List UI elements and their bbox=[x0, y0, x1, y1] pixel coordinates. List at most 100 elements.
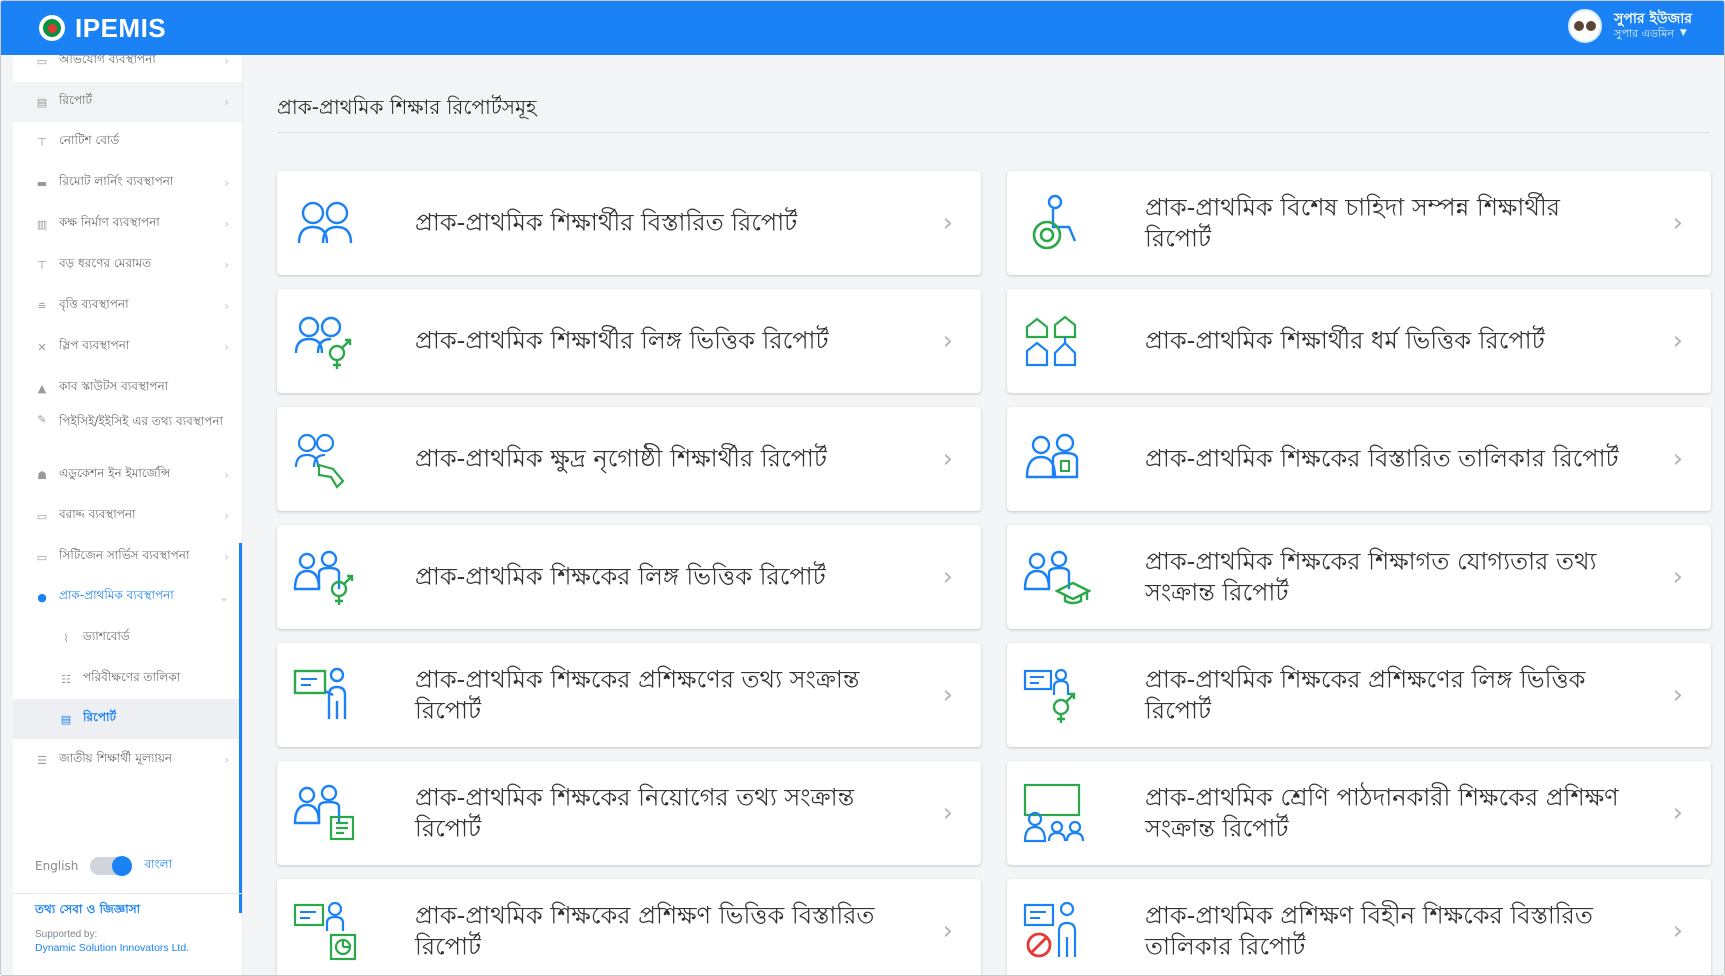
page-title: প্রাক-প্রাথমিক শিক্ষার রিপোর্টসমূহ bbox=[277, 95, 537, 119]
list-icon: ☷ bbox=[61, 672, 71, 686]
language-toggle[interactable] bbox=[90, 856, 133, 876]
sidebar-item-complaint[interactable]: ▭ অভিযোগ ব্যবস্থাপনা › bbox=[13, 55, 242, 81]
report-card-untrained-teachers[interactable]: প্রাক-প্রাথমিক প্রশিক্ষণ বিহীন শিক্ষকের … bbox=[1007, 879, 1711, 975]
brand[interactable]: IPEMIS bbox=[39, 13, 166, 44]
scholarship-icon: ≘ bbox=[37, 299, 47, 313]
report-card-teacher-details[interactable]: প্রাক-প্রাথমিক শিক্ষকের বিস্তারিত তালিকা… bbox=[1007, 407, 1711, 511]
repair-icon: ⊤ bbox=[37, 258, 47, 272]
company-link[interactable]: Dynamic Solution Innovators Ltd. bbox=[35, 942, 189, 954]
report-card-teacher-training[interactable]: প্রাক-প্রাথমিক শিক্ষকের প্রশিক্ষণের তথ্য… bbox=[277, 643, 981, 747]
sidebar-item-pre-primary[interactable]: ● প্রাক-প্রাথমিক ব্যবস্থাপনা ⌄ bbox=[13, 577, 242, 617]
chevron-down-icon: ⌄ bbox=[218, 590, 229, 604]
chevron-right-icon: › bbox=[1672, 916, 1683, 946]
sidebar-item-citizen-service[interactable]: ▭ সিটিজেন সার্ভিস ব্যবস্থাপনা › bbox=[13, 537, 242, 577]
card-label: প্রাক-প্রাথমিক শিক্ষকের প্রশিক্ষণ ভিত্তি… bbox=[415, 901, 875, 960]
report-card-ethnic-students[interactable]: প্রাক-প্রাথমিক ক্ষুদ্র নৃগোষ্ঠী শিক্ষার্… bbox=[277, 407, 981, 511]
report-card-classroom-teacher-training[interactable]: প্রাক-প্রাথমিক শ্রেণি পাঠদানকারী শিক্ষকে… bbox=[1007, 761, 1711, 865]
info-service-link[interactable]: তথ্য সেবা ও জিজ্ঞাসা bbox=[35, 901, 189, 921]
chevron-right-icon: › bbox=[942, 680, 953, 710]
chevron-right-icon: › bbox=[224, 299, 229, 313]
sidebar-item-cub-scouts[interactable]: ▲ কাব স্কাউটস ব্যবস্থাপনা bbox=[13, 368, 242, 408]
sidebar-item-monitoring-list[interactable]: ☷ পরিবীক্ষণের তালিকা bbox=[13, 659, 242, 699]
sidebar-item-report[interactable]: ▤ রিপোর্ট › bbox=[13, 82, 242, 122]
sidebar-item-remote-learning[interactable]: ▬ রিমোট লার্নিং ব্যবস্থাপনা › bbox=[13, 163, 242, 203]
report-card-teacher-recruitment[interactable]: প্রাক-প্রাথমিক শিক্ষকের নিয়োগের তথ্য সং… bbox=[277, 761, 981, 865]
sidebar-item-scholarship[interactable]: ≘ বৃত্তি ব্যবস্থাপনা › bbox=[13, 286, 242, 326]
report-card-teacher-gender[interactable]: প্রাক-প্রাথমিক শিক্ষকের লিঙ্গ ভিত্তিক রি… bbox=[277, 525, 981, 629]
religion-icon bbox=[1025, 315, 1077, 367]
report-card-student-details[interactable]: প্রাক-প্রাথমিক শিক্ষার্থীর বিস্তারিত রিপ… bbox=[277, 171, 981, 275]
sidebar-divider bbox=[13, 893, 242, 894]
chevron-right-icon: › bbox=[942, 916, 953, 946]
chevron-right-icon: › bbox=[224, 468, 229, 482]
card-label: প্রাক-প্রাথমিক ক্ষুদ্র নৃগোষ্ঠী শিক্ষার্… bbox=[415, 444, 827, 473]
chevron-right-icon: › bbox=[224, 258, 229, 272]
classroom-teacher-icon bbox=[1023, 783, 1085, 843]
sidebar-item-dashboard[interactable]: ⌇ ড্যাশবোর্ড bbox=[13, 618, 242, 658]
sidebar-item-national-assessment[interactable]: ☰ জাতীয় শিক্ষার্থী মূল্যায়ন › bbox=[13, 740, 242, 780]
chevron-right-icon: › bbox=[224, 509, 229, 523]
emergency-icon: ☗ bbox=[37, 468, 47, 482]
pre-primary-icon: ● bbox=[37, 590, 47, 604]
chevron-right-icon: › bbox=[224, 55, 229, 68]
lang-bangla-label: বাংলা bbox=[144, 857, 173, 871]
sidebar-item-slip[interactable]: ✕ স্লিপ ব্যবস্থাপনা › bbox=[13, 327, 242, 367]
report-card-student-gender[interactable]: প্রাক-প্রাথমিক শিক্ষার্থীর লিঙ্গ ভিত্তিক… bbox=[277, 289, 981, 393]
sidebar-item-room-construction[interactable]: ▥ কক্ষ নির্মাণ ব্যবস্থাপনা › bbox=[13, 204, 242, 244]
top-navbar: IPEMIS সুপার ইউজার সুপার এডমিন ▼ bbox=[1, 1, 1724, 55]
sidebar-item-pre-primary-report[interactable]: ▤ রিপোর্ট bbox=[13, 699, 242, 739]
sidebar: ▭ অভিযোগ ব্যবস্থাপনা › ▤ রিপোর্ট › ⊤ নোট… bbox=[13, 55, 243, 975]
assessment-icon: ☰ bbox=[37, 753, 47, 767]
allocation-icon: ▭ bbox=[36, 509, 48, 523]
wheelchair-icon bbox=[1032, 194, 1077, 250]
card-label: প্রাক-প্রাথমিক শিক্ষার্থীর বিস্তারিত রিপ… bbox=[415, 208, 798, 237]
chevron-right-icon: › bbox=[224, 176, 229, 190]
card-label: প্রাক-প্রাথমিক শিক্ষকের নিয়োগের তথ্য সং… bbox=[415, 783, 855, 842]
card-label: প্রাক-প্রাথমিক প্রশিক্ষণ বিহীন শিক্ষকের … bbox=[1145, 901, 1593, 960]
sidebar-item-major-repair[interactable]: ⊤ বড় ধরণের মেরামত › bbox=[13, 245, 242, 285]
training-chart-icon bbox=[293, 901, 357, 961]
chevron-right-icon: › bbox=[1672, 680, 1683, 710]
report-card-training-gender[interactable]: প্রাক-প্রাথমিক শিক্ষকের প্রশিক্ষণের লিঙ্… bbox=[1007, 643, 1711, 747]
chevron-right-icon: › bbox=[224, 95, 229, 109]
sidebar-item-education-emergency[interactable]: ☗ এডুকেশন ইন ইমার্জেন্সি › bbox=[13, 455, 242, 495]
report-card-student-religion[interactable]: প্রাক-প্রাথমিক শিক্ষার্থীর ধর্ম ভিত্তিক … bbox=[1007, 289, 1711, 393]
main-content: প্রাক-প্রাথমিক শিক্ষার রিপোর্টসমূহ প্রাক… bbox=[277, 55, 1713, 975]
teachers-gender-icon bbox=[293, 550, 354, 605]
card-label: প্রাক-প্রাথমিক শিক্ষকের প্রশিক্ষণের লিঙ্… bbox=[1145, 665, 1586, 724]
pin-icon: ⊤ bbox=[37, 135, 47, 149]
chevron-right-icon: › bbox=[942, 444, 953, 474]
report-card-training-details[interactable]: প্রাক-প্রাথমিক শিক্ষকের প্রশিক্ষণ ভিত্তি… bbox=[277, 879, 981, 975]
user-avatar-icon bbox=[1568, 9, 1603, 43]
building-icon: ▥ bbox=[36, 217, 48, 231]
chevron-right-icon: › bbox=[1672, 444, 1683, 474]
card-label: প্রাক-প্রাথমিক শিক্ষকের বিস্তারিত তালিকা… bbox=[1145, 444, 1619, 473]
chevron-right-icon: › bbox=[224, 753, 229, 767]
language-switch: English বাংলা bbox=[35, 856, 172, 876]
students-icon bbox=[297, 201, 353, 244]
sidebar-scrollbar[interactable] bbox=[239, 543, 242, 913]
report-card-teacher-qualification[interactable]: প্রাক-প্রাথমিক শিক্ষকের শিক্ষাগত যোগ্যতা… bbox=[1007, 525, 1711, 629]
report-card-special-needs[interactable]: প্রাক-প্রাথমিক বিশেষ চাহিদা সম্পন্ন শিক্… bbox=[1007, 171, 1711, 275]
sidebar-item-allocation[interactable]: ▭ বরাদ্দ ব্যবস্থাপনা › bbox=[13, 496, 242, 536]
edit-icon: ✎ bbox=[37, 413, 47, 426]
folder-icon: ▬ bbox=[36, 176, 48, 190]
chevron-right-icon: › bbox=[1672, 326, 1683, 356]
students-gender-icon bbox=[294, 316, 352, 369]
tent-icon: ▲ bbox=[37, 381, 47, 395]
training-gender-icon bbox=[1023, 668, 1076, 723]
chevron-right-icon: › bbox=[942, 798, 953, 828]
sidebar-item-notice-board[interactable]: ⊤ নোটিশ বোর্ড bbox=[13, 122, 242, 162]
supported-by-label: Supported by: bbox=[35, 929, 98, 940]
chart-line-icon: ⌇ bbox=[63, 631, 69, 645]
lang-english-label: English bbox=[35, 859, 79, 873]
card-label: প্রাক-প্রাথমিক শিক্ষকের লিঙ্গ ভিত্তিক রি… bbox=[415, 562, 826, 591]
user-menu[interactable]: সুপার ইউজার সুপার এডমিন ▼ bbox=[1568, 9, 1692, 43]
sidebar-item-pece-info[interactable]: ✎ পিইসিই/ইইসিই এর তথ্য ব্যবস্থাপনা bbox=[13, 407, 242, 455]
teachers-graduation-icon bbox=[1023, 550, 1091, 605]
caret-down-icon: ▼ bbox=[1679, 27, 1687, 38]
chevron-right-icon: › bbox=[1672, 562, 1683, 592]
card-label: প্রাক-প্রাথমিক বিশেষ চাহিদা সম্পন্ন শিক্… bbox=[1145, 193, 1560, 252]
report-icon: ▤ bbox=[60, 712, 72, 726]
chevron-right-icon: › bbox=[224, 550, 229, 564]
